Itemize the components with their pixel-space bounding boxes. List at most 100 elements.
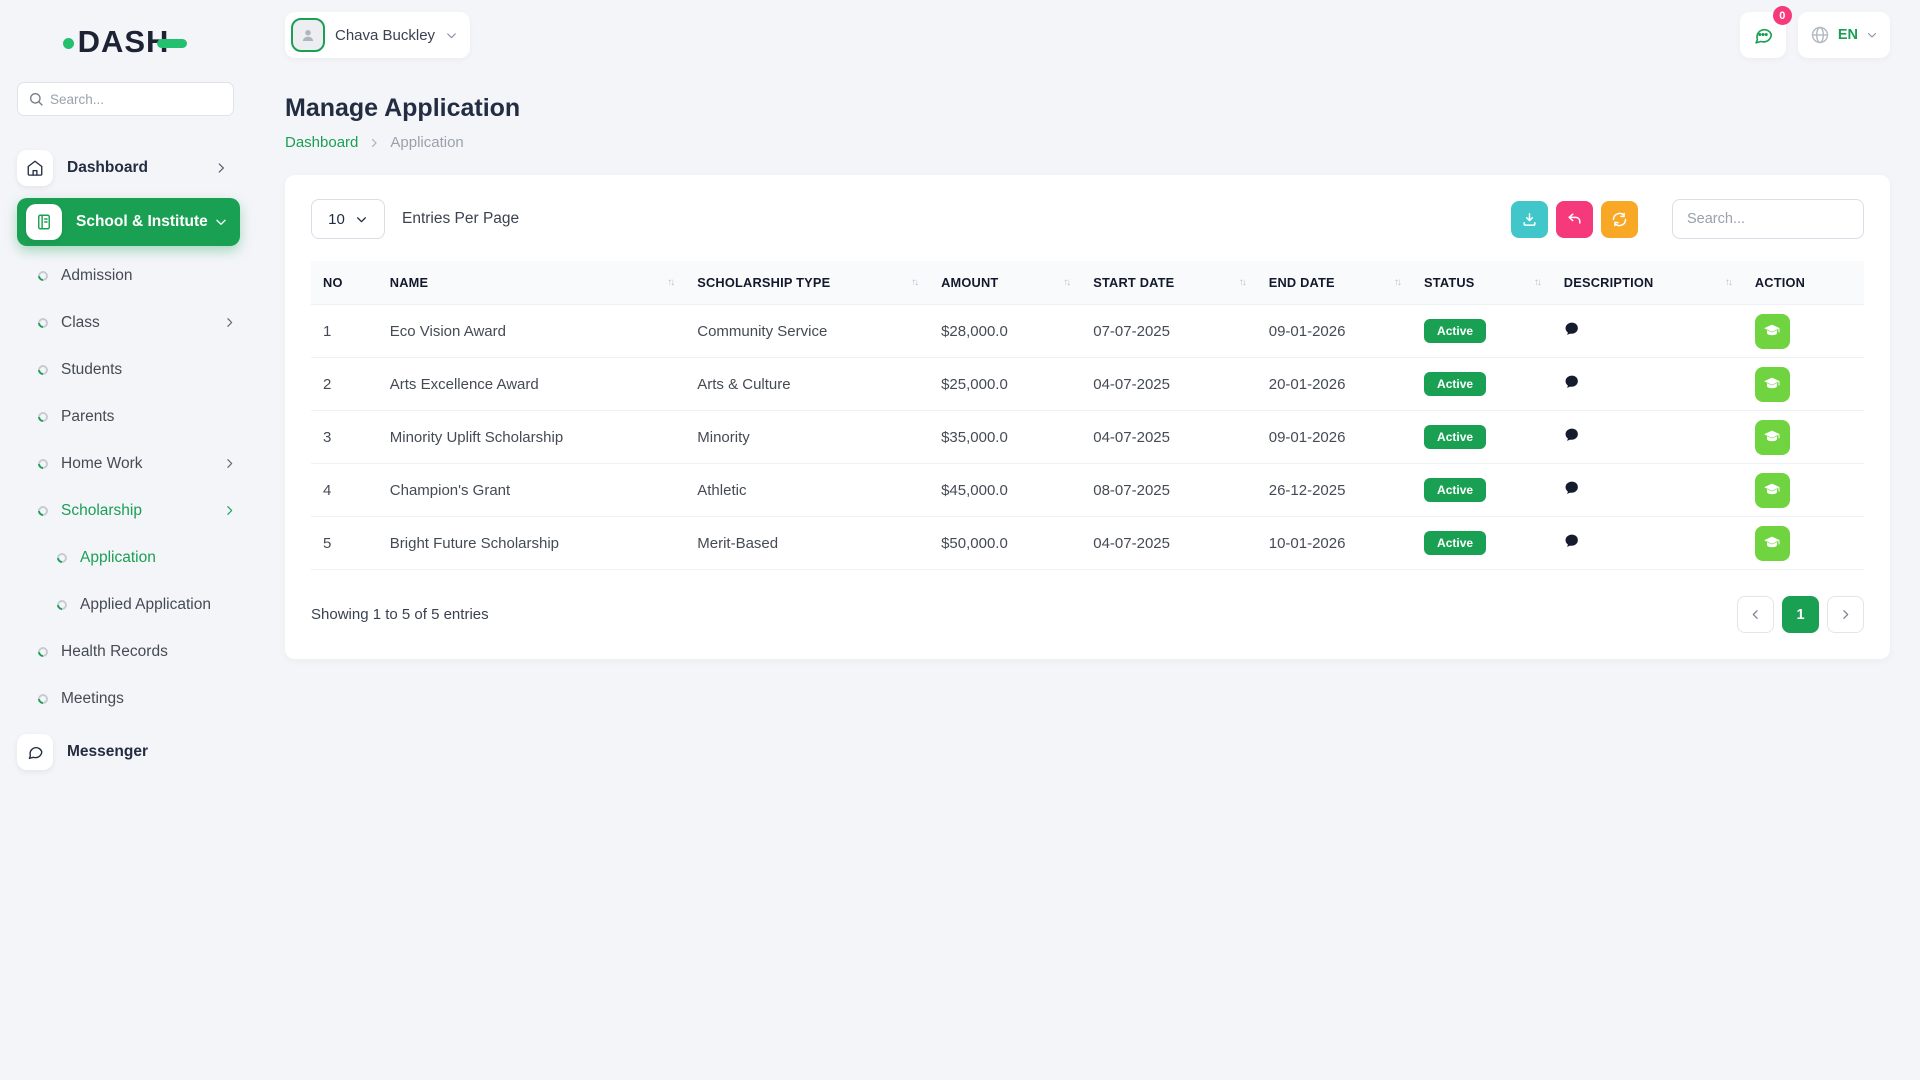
sidebar: DASH Dashboard School & Institute bbox=[0, 0, 250, 1080]
row-action-scholarship-button[interactable] bbox=[1755, 314, 1790, 349]
table-row: 5 Bright Future Scholarship Merit-Based … bbox=[311, 517, 1864, 570]
row-action-scholarship-button[interactable] bbox=[1755, 473, 1790, 508]
table-card: 10 Entries Per Page bbox=[285, 175, 1890, 659]
cell-scholarship-type: Athletic bbox=[697, 482, 746, 499]
pagination-prev-button[interactable] bbox=[1737, 596, 1774, 633]
user-selector[interactable]: Chava Buckley bbox=[285, 12, 470, 58]
status-badge: Active bbox=[1424, 319, 1486, 343]
bullet-icon bbox=[36, 315, 50, 329]
sidebar-item-home-work[interactable]: Home Work bbox=[38, 440, 236, 487]
pagination-page-1-button[interactable]: 1 bbox=[1782, 596, 1819, 633]
sidebar-item-messenger[interactable]: Messenger bbox=[17, 728, 240, 776]
col-scholarship-type[interactable]: SCHOLARSHIP TYPE↑↓ bbox=[685, 261, 929, 305]
sidebar-item-school-institute[interactable]: School & Institute bbox=[17, 198, 240, 246]
graduation-cap-icon bbox=[1763, 322, 1781, 340]
description-comment-icon[interactable] bbox=[1564, 480, 1580, 496]
description-comment-icon[interactable] bbox=[1564, 427, 1580, 443]
brand-logo[interactable]: DASH bbox=[0, 18, 250, 66]
sidebar-item-admission[interactable]: Admission bbox=[38, 252, 236, 299]
home-icon bbox=[17, 150, 53, 186]
sidebar-item-label: School & Institute bbox=[76, 213, 214, 231]
sidebar-item-application[interactable]: Application bbox=[57, 534, 236, 581]
sidebar-item-scholarship[interactable]: Scholarship bbox=[38, 487, 236, 534]
sort-icon[interactable]: ↑↓ bbox=[1063, 277, 1069, 288]
table-row: 4 Champion's Grant Athletic $45,000.0 08… bbox=[311, 464, 1864, 517]
book-icon bbox=[26, 204, 62, 240]
col-start-date[interactable]: START DATE↑↓ bbox=[1081, 261, 1256, 305]
cell-no: 3 bbox=[323, 429, 331, 446]
sidebar-item-meetings[interactable]: Meetings bbox=[38, 675, 236, 722]
sort-icon[interactable]: ↑↓ bbox=[1725, 277, 1731, 288]
breadcrumb-separator-icon bbox=[368, 137, 380, 149]
undo-button[interactable] bbox=[1556, 201, 1593, 238]
entries-per-page-select[interactable]: 10 bbox=[311, 199, 385, 239]
chevron-right-icon bbox=[223, 504, 236, 517]
sidebar-item-students[interactable]: Students bbox=[38, 346, 236, 393]
cell-end-date: 09-01-2026 bbox=[1269, 323, 1346, 340]
bullet-icon bbox=[36, 691, 50, 705]
refresh-button[interactable] bbox=[1601, 201, 1638, 238]
col-status[interactable]: STATUS↑↓ bbox=[1412, 261, 1552, 305]
chevron-down-icon bbox=[214, 215, 228, 229]
table-row: 3 Minority Uplift Scholarship Minority $… bbox=[311, 411, 1864, 464]
cell-end-date: 09-01-2026 bbox=[1269, 429, 1346, 446]
row-action-scholarship-button[interactable] bbox=[1755, 367, 1790, 402]
notifications-button[interactable]: 0 bbox=[1740, 12, 1786, 58]
table-body: 1 Eco Vision Award Community Service $28… bbox=[311, 305, 1864, 570]
cell-start-date: 08-07-2025 bbox=[1093, 482, 1170, 499]
breadcrumb-current: Application bbox=[390, 134, 463, 151]
sort-icon[interactable]: ↑↓ bbox=[667, 277, 673, 288]
chevron-right-icon bbox=[223, 457, 236, 470]
chevron-down-icon bbox=[1866, 29, 1878, 41]
chevron-right-icon bbox=[214, 161, 228, 175]
language-label: EN bbox=[1838, 27, 1858, 43]
sidebar-item-health-records[interactable]: Health Records bbox=[38, 628, 236, 675]
avatar bbox=[291, 18, 325, 52]
col-description[interactable]: DESCRIPTION↑↓ bbox=[1552, 261, 1743, 305]
cell-amount: $45,000.0 bbox=[941, 482, 1008, 499]
sort-icon[interactable]: ↑↓ bbox=[1534, 277, 1540, 288]
description-comment-icon[interactable] bbox=[1564, 533, 1580, 549]
status-badge: Active bbox=[1424, 425, 1486, 449]
bullet-icon bbox=[36, 268, 50, 282]
description-comment-icon[interactable] bbox=[1564, 321, 1580, 337]
table-row: 1 Eco Vision Award Community Service $28… bbox=[311, 305, 1864, 358]
bullet-icon bbox=[36, 456, 50, 470]
sort-icon[interactable]: ↑↓ bbox=[1239, 277, 1245, 288]
sidebar-item-applied-application[interactable]: Applied Application bbox=[57, 581, 236, 628]
table-header-row: NO NAME↑↓ SCHOLARSHIP TYPE↑↓ AMOUNT↑↓ ST… bbox=[311, 261, 1864, 305]
cell-start-date: 07-07-2025 bbox=[1093, 323, 1170, 340]
status-badge: Active bbox=[1424, 531, 1486, 555]
chevron-left-icon bbox=[1749, 608, 1762, 621]
sidebar-search bbox=[17, 82, 234, 116]
cell-scholarship-type: Merit-Based bbox=[697, 535, 778, 552]
col-end-date[interactable]: END DATE↑↓ bbox=[1257, 261, 1412, 305]
pagination-next-button[interactable] bbox=[1827, 596, 1864, 633]
topbar: Chava Buckley 0 EN bbox=[285, 12, 1890, 58]
chevron-down-icon bbox=[355, 213, 368, 226]
download-icon bbox=[1521, 211, 1538, 228]
cell-end-date: 10-01-2026 bbox=[1269, 535, 1346, 552]
breadcrumb-dashboard-link[interactable]: Dashboard bbox=[285, 134, 358, 151]
sidebar-item-parents[interactable]: Parents bbox=[38, 393, 236, 440]
row-action-scholarship-button[interactable] bbox=[1755, 420, 1790, 455]
user-name: Chava Buckley bbox=[335, 27, 435, 44]
export-download-button[interactable] bbox=[1511, 201, 1548, 238]
logo-dot-icon bbox=[63, 38, 74, 49]
sort-icon[interactable]: ↑↓ bbox=[1394, 277, 1400, 288]
language-selector[interactable]: EN bbox=[1798, 12, 1890, 58]
description-comment-icon[interactable] bbox=[1564, 374, 1580, 390]
table-footer: Showing 1 to 5 of 5 entries 1 bbox=[311, 596, 1864, 633]
col-name[interactable]: NAME↑↓ bbox=[378, 261, 685, 305]
sidebar-item-class[interactable]: Class bbox=[38, 299, 236, 346]
bullet-icon bbox=[36, 503, 50, 517]
table-search-input[interactable] bbox=[1672, 199, 1864, 239]
sidebar-search-input[interactable] bbox=[17, 82, 234, 116]
col-amount[interactable]: AMOUNT↑↓ bbox=[929, 261, 1081, 305]
cell-start-date: 04-07-2025 bbox=[1093, 429, 1170, 446]
sidebar-item-dashboard[interactable]: Dashboard bbox=[17, 144, 240, 192]
row-action-scholarship-button[interactable] bbox=[1755, 526, 1790, 561]
bullet-icon bbox=[36, 644, 50, 658]
sort-icon[interactable]: ↑↓ bbox=[911, 277, 917, 288]
cell-name: Arts Excellence Award bbox=[390, 376, 539, 393]
